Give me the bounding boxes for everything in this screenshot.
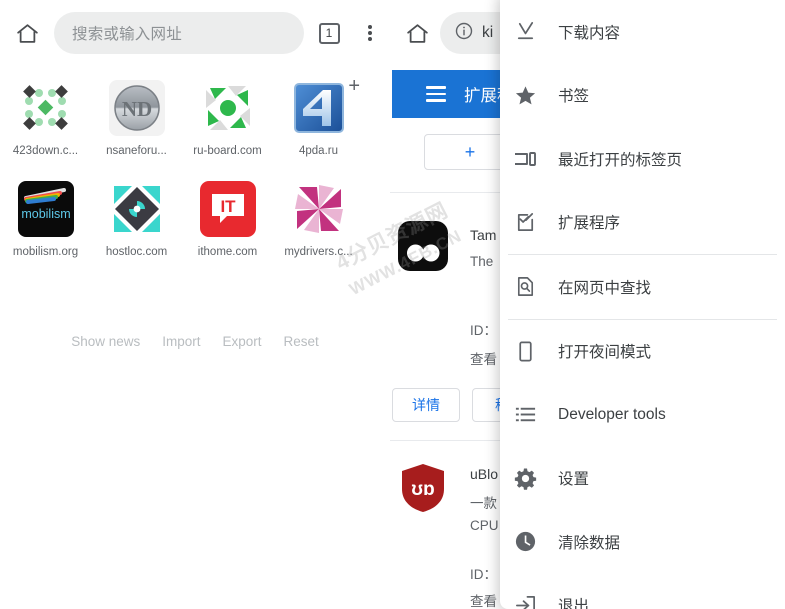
svg-text:IT: IT (220, 197, 236, 216)
extension-id-label: ID： (470, 567, 497, 582)
423down-favicon (18, 80, 74, 136)
menu-item-label: 扩展程序 (558, 215, 621, 233)
menu-item-label: 书签 (558, 88, 590, 106)
exit-icon (510, 590, 540, 609)
nsaneforums-favicon: ND (108, 80, 165, 136)
tile-label: ru-board.com (193, 145, 262, 157)
menu-item-recent-tabs[interactable]: 最近打开的标签页 (500, 127, 785, 191)
menu-item-label: 退出 (558, 598, 590, 609)
menu-item-label: 最近打开的标签页 (558, 151, 683, 169)
tile-ithome[interactable]: IT ithome.com (182, 173, 273, 258)
screen: 搜索或输入网址 1 423down.c... ND nsaneforu... r… (0, 0, 785, 609)
newtab-actions: Show news Import Export Reset (0, 334, 390, 349)
extension-description-line2: CPU (470, 518, 499, 533)
app-overflow-menu: 下载内容 书签 最近打开的标签页 扩展程序 在网页中查找 打开夜间模式 Deve… (500, 0, 785, 609)
url-text: ki (482, 24, 494, 41)
menu-item-exit[interactable]: 退出 (500, 574, 785, 609)
menu-item-developer-tools[interactable]: Developer tools (500, 383, 785, 447)
svg-text:ʊɒ: ʊɒ (411, 479, 434, 500)
tile-label: mobilism.org (12, 246, 79, 258)
left-browser-window: 搜索或输入网址 1 423down.c... ND nsaneforu... r… (0, 0, 390, 609)
menu-item-find-in-page[interactable]: 在网页中查找 (500, 255, 785, 319)
svg-text:mobilism: mobilism (21, 207, 70, 221)
star-icon (510, 80, 540, 110)
mobilism-favicon: mobilism (17, 181, 74, 237)
tile-label: hostloc.com (105, 246, 168, 258)
tile-label: mydrivers.c... (284, 246, 353, 258)
find-in-page-icon (510, 272, 540, 302)
details-button[interactable]: 详情 (392, 388, 460, 422)
left-toolbar: 搜索或输入网址 1 (0, 0, 390, 66)
menu-item-label: 打开夜间模式 (558, 344, 652, 362)
menu-item-settings[interactable]: 设置 (500, 447, 785, 511)
extension-description-line1: 一款 (470, 496, 497, 511)
tile-label: 423down.c... (12, 145, 79, 157)
menu-item-bookmarks[interactable]: 书签 (500, 64, 785, 128)
home-icon[interactable] (394, 21, 440, 46)
extension-description: The (470, 254, 494, 269)
developer-tools-icon (510, 400, 540, 430)
menu-item-label: Developer tools (558, 405, 666, 423)
4pda-favicon (291, 80, 347, 136)
tab-counter-button[interactable]: 1 (308, 22, 350, 44)
hostloc-favicon (109, 181, 165, 237)
menu-item-downloads[interactable]: 下载内容 (500, 0, 785, 64)
omnibox-placeholder: 搜索或输入网址 (72, 26, 182, 43)
extension-id-label: ID： (470, 323, 497, 338)
tile-label: ithome.com (197, 246, 258, 258)
tile-row: mobilism mobilism.org hostloc.com IT ith… (0, 173, 390, 258)
ru-board-favicon (200, 80, 256, 136)
import-link[interactable]: Import (162, 334, 200, 349)
tile-4pda[interactable]: + 4pda.ru (273, 72, 364, 157)
extension-name: Tam (470, 227, 497, 243)
mydrivers-favicon (291, 181, 347, 237)
tile-nsaneforums[interactable]: ND nsaneforu... (91, 72, 182, 157)
menu-item-extensions[interactable]: 扩展程序 (500, 191, 785, 255)
tile-ru-board[interactable]: ru-board.com (182, 72, 273, 157)
overflow-menu-icon[interactable] (350, 23, 390, 43)
menu-item-clear-data[interactable]: 清除数据 (500, 510, 785, 574)
tile-label: nsaneforu... (106, 145, 167, 157)
tile-label: 4pda.ru (298, 145, 338, 157)
tile-423down[interactable]: 423down.c... (0, 72, 91, 157)
ithome-favicon: IT (199, 181, 256, 237)
extension-detail-link[interactable]: 查看 (470, 590, 497, 609)
tile-mydrivers[interactable]: mydrivers.c... (273, 173, 364, 258)
night-mode-icon (510, 336, 540, 366)
download-icon (510, 17, 540, 47)
menu-item-night-mode[interactable]: 打开夜间模式 (500, 320, 785, 384)
tab-count-label: 1 (318, 22, 340, 44)
add-tile-icon[interactable]: + (348, 76, 360, 96)
export-link[interactable]: Export (223, 334, 262, 349)
site-info-icon[interactable] (454, 21, 474, 46)
extensions-icon (510, 207, 540, 237)
menu-item-label: 在网页中查找 (558, 279, 652, 297)
tampermonkey-icon (397, 220, 449, 277)
tile-hostloc[interactable]: hostloc.com (91, 173, 182, 258)
clock-icon (510, 527, 540, 557)
svg-text:ND: ND (121, 97, 151, 121)
extension-detail-link[interactable]: 查看 (470, 348, 497, 368)
menu-item-label: 下载内容 (558, 24, 621, 42)
tile-row: 423down.c... ND nsaneforu... ru-board.co… (0, 72, 390, 157)
gear-icon (510, 463, 540, 493)
ublock-origin-icon: ʊɒ (399, 462, 447, 519)
search-input[interactable]: 搜索或输入网址 (54, 12, 304, 54)
hamburger-icon[interactable] (426, 82, 446, 106)
tile-mobilism[interactable]: mobilism mobilism.org (0, 173, 91, 258)
recent-tabs-icon (510, 144, 540, 174)
most-visited-tiles: 423down.c... ND nsaneforu... ru-board.co… (0, 72, 390, 258)
reset-link[interactable]: Reset (284, 334, 319, 349)
extension-name: uBlo (470, 466, 499, 482)
menu-list: 下载内容 书签 最近打开的标签页 扩展程序 在网页中查找 打开夜间模式 Deve… (500, 0, 785, 609)
home-icon[interactable] (4, 21, 50, 46)
menu-item-label: 清除数据 (558, 534, 621, 552)
menu-item-label: 设置 (558, 471, 590, 489)
show-news-link[interactable]: Show news (71, 334, 140, 349)
